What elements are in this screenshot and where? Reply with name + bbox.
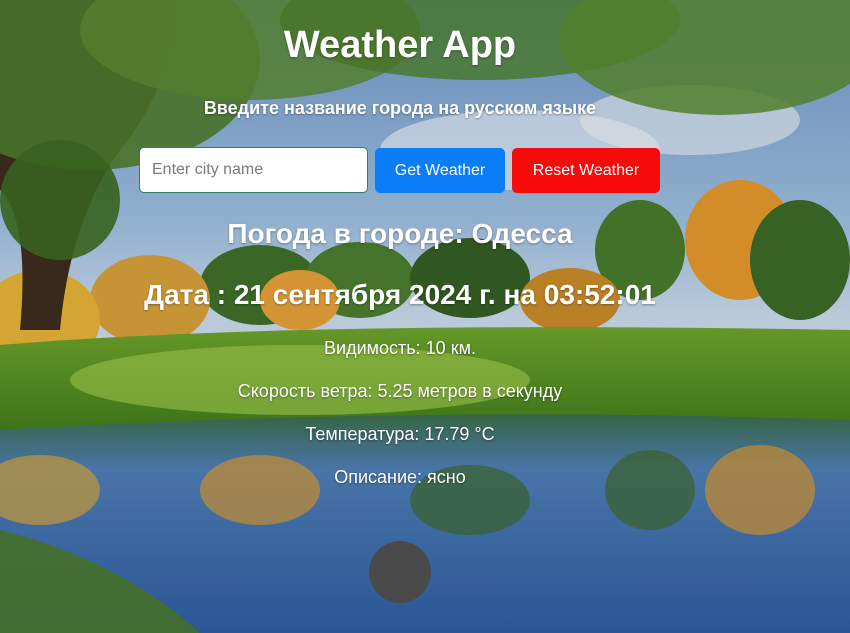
app-subtitle: Введите название города на русском языке: [203, 98, 597, 118]
reset-weather-button[interactable]: Reset Weather: [512, 148, 660, 193]
visibility-text: Видимость: 10 км.: [324, 338, 476, 358]
loading-circle: [369, 541, 431, 603]
city-input[interactable]: [139, 147, 368, 193]
app-title: Weather App: [283, 24, 517, 66]
wind-speed-text: Скорость ветра: 5.25 метров в секунду: [237, 381, 563, 401]
date-heading: Дата : 21 сентября 2024 г. на 03:52:01: [144, 279, 656, 310]
weather-app: Weather App Введите название города на р…: [0, 0, 850, 633]
temperature-text: Температура: 17.79 °C: [305, 424, 495, 444]
get-weather-button[interactable]: Get Weather: [375, 148, 505, 193]
search-row: Get Weather Reset Weather: [139, 147, 660, 193]
description-text: Описание: ясно: [334, 467, 466, 487]
city-heading: Погода в городе: Одесса: [227, 218, 573, 249]
